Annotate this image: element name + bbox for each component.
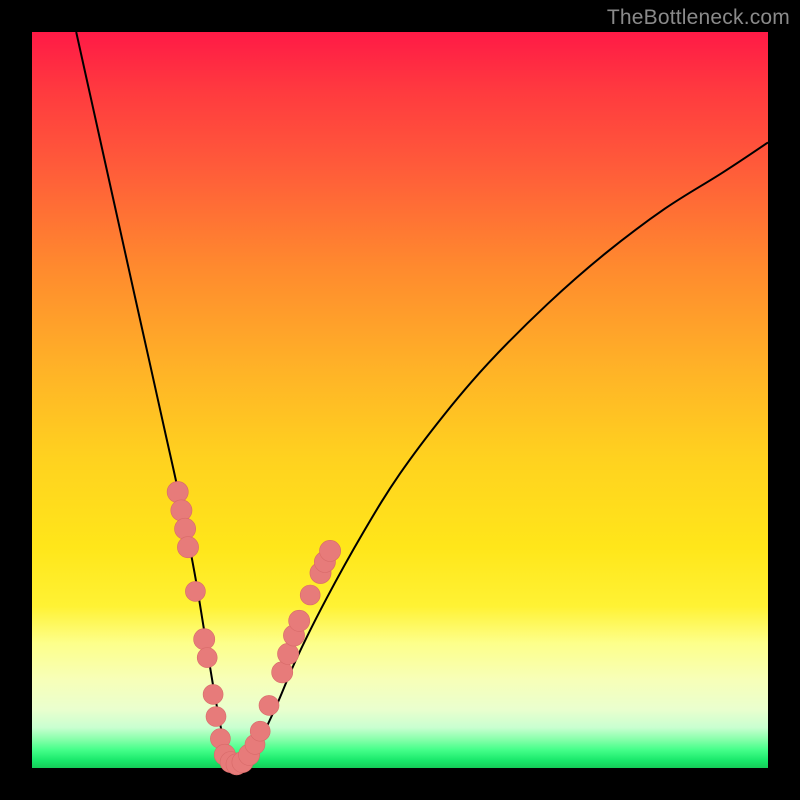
curve-marker bbox=[250, 721, 270, 741]
curve-marker bbox=[197, 648, 217, 668]
curve-marker bbox=[300, 585, 320, 605]
curve-marker bbox=[194, 629, 215, 650]
curve-marker bbox=[203, 684, 223, 704]
curve-markers bbox=[167, 481, 341, 775]
curve-marker bbox=[171, 500, 192, 521]
chart-svg bbox=[32, 32, 768, 768]
curve-marker bbox=[177, 537, 198, 558]
chart-frame: TheBottleneck.com bbox=[0, 0, 800, 800]
curve-marker bbox=[185, 581, 205, 601]
curve-marker bbox=[175, 518, 196, 539]
curve-marker bbox=[167, 481, 188, 502]
curve-marker bbox=[206, 707, 226, 727]
curve-marker bbox=[320, 540, 341, 561]
watermark-label: TheBottleneck.com bbox=[607, 6, 790, 30]
curve-marker bbox=[272, 662, 293, 683]
bottleneck-curve bbox=[76, 32, 768, 764]
curve-marker bbox=[259, 695, 279, 715]
curve-marker bbox=[289, 610, 310, 631]
curve-marker bbox=[278, 643, 299, 664]
chart-plot-area bbox=[32, 32, 768, 768]
